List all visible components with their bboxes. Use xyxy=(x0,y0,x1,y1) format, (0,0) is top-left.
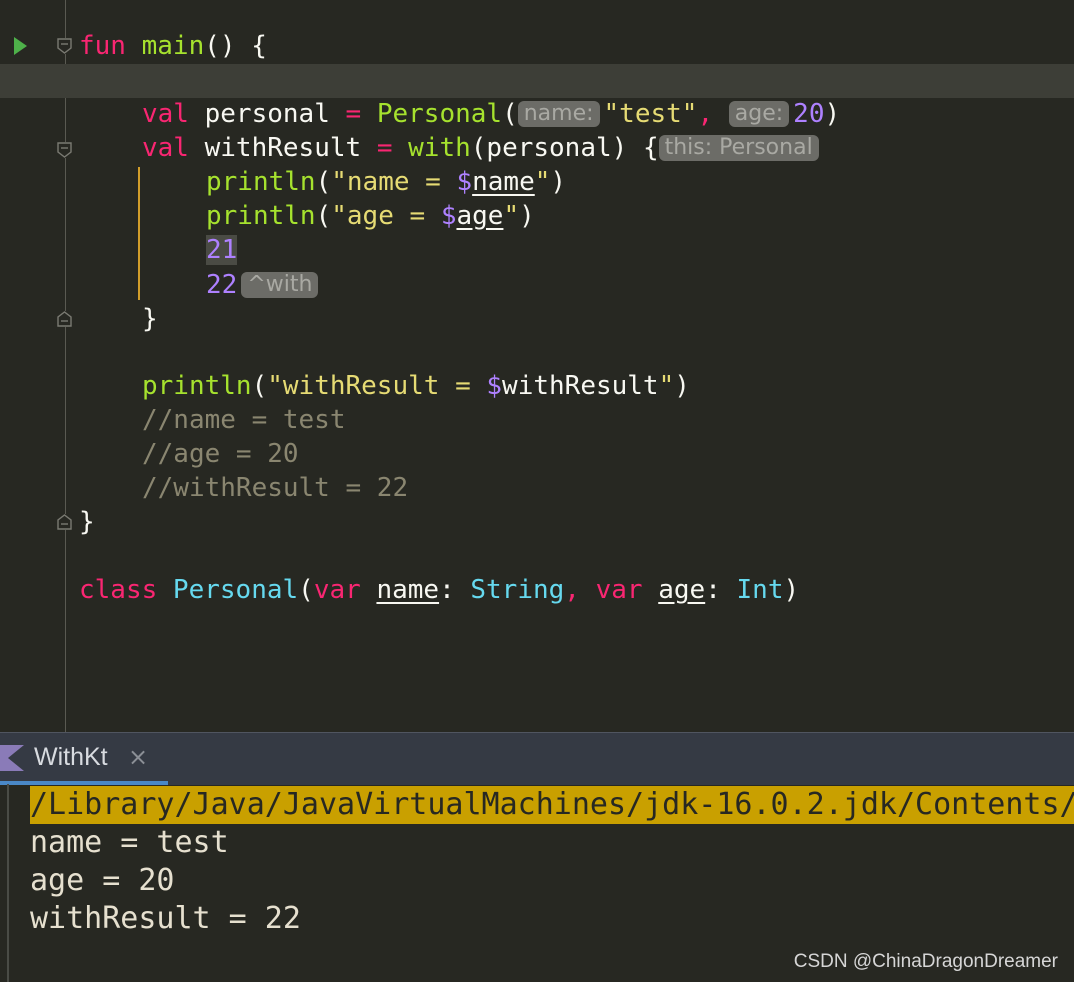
keyword-val: val xyxy=(142,99,205,129)
code-line[interactable]: } xyxy=(79,505,95,539)
code-line[interactable]: println("age = $age") xyxy=(206,199,535,233)
operator: = xyxy=(361,133,409,163)
code-line[interactable]: println("name = $name") xyxy=(206,165,566,199)
template-variable: age xyxy=(456,201,504,231)
type-name: String xyxy=(470,575,565,605)
function-call: with xyxy=(408,133,471,163)
keyword-class: class xyxy=(79,575,173,605)
punctuation: ) xyxy=(824,99,841,129)
punctuation: ( xyxy=(502,99,518,129)
run-triangle-icon[interactable] xyxy=(14,37,27,55)
string-literal: "age = xyxy=(331,201,441,231)
code-line[interactable]: println("withResult = $withResult") xyxy=(142,369,690,403)
function-call: println xyxy=(142,371,252,401)
property-name: name xyxy=(376,575,440,605)
string-literal: " xyxy=(503,201,520,231)
string-literal: "withResult = xyxy=(267,371,487,401)
template-dollar: $ xyxy=(440,201,457,231)
punctuation: ( xyxy=(251,371,268,401)
code-comment[interactable]: //withResult = 22 xyxy=(142,471,408,505)
code-line[interactable]: 21 xyxy=(206,233,238,267)
punctuation: ) xyxy=(519,201,535,231)
string-literal: "name = xyxy=(331,167,457,197)
parameter-hint: age: xyxy=(728,101,790,127)
fold-end-icon[interactable] xyxy=(57,311,72,327)
console-command-line[interactable]: /Library/Java/JavaVirtualMachines/jdk-16… xyxy=(30,786,1074,824)
console-output-line[interactable]: age = 20 xyxy=(30,862,175,900)
parameter-hint: name: xyxy=(517,101,600,127)
string-literal: "test" xyxy=(603,99,698,129)
fold-icon[interactable] xyxy=(57,38,72,54)
lambda-scope-indicator xyxy=(138,167,140,300)
punctuation: ) xyxy=(674,371,690,401)
punctuation: ) xyxy=(783,575,800,605)
run-tool-window: WithKt × /Library/Java/JavaVirtualMachin… xyxy=(0,732,1074,982)
punctuation: : xyxy=(705,575,737,605)
active-tab-indicator xyxy=(0,781,168,785)
fold-icon[interactable] xyxy=(57,142,72,158)
code-line[interactable]: 22 ^with xyxy=(206,268,322,302)
type-name: Int xyxy=(736,575,784,605)
closing-brace: } xyxy=(142,304,158,334)
punctuation: ( xyxy=(315,201,332,231)
console-gutter xyxy=(7,784,9,982)
punctuation: ) xyxy=(550,167,567,197)
receiver-hint: this: Personal xyxy=(658,135,819,161)
string-literal: " xyxy=(658,371,675,401)
gutter-separator xyxy=(65,0,66,732)
code-line[interactable]: val withResult = with(personal) {this: P… xyxy=(142,131,823,165)
template-dollar: $ xyxy=(486,371,503,401)
punctuation: ( xyxy=(315,167,332,197)
current-line-highlight xyxy=(0,64,1074,98)
property-name: age xyxy=(658,575,706,605)
lambda-return-hint: ^with xyxy=(241,272,319,298)
function-name: main xyxy=(141,31,205,61)
variable-name: personal xyxy=(204,99,330,129)
variable-name: withResult xyxy=(204,133,362,163)
template-variable: withResult xyxy=(502,371,659,401)
template-variable: name xyxy=(472,167,535,197)
kotlin-run-icon xyxy=(0,745,24,775)
class-name: Personal xyxy=(172,575,299,605)
code-line[interactable]: } xyxy=(142,302,158,336)
watermark: CSDN @ChinaDragonDreamer xyxy=(793,951,1058,972)
function-call: println xyxy=(206,167,316,197)
keyword-var: var xyxy=(595,575,659,605)
code-line[interactable]: class Personal(var name: String, var age… xyxy=(79,573,799,607)
function-call: println xyxy=(206,201,316,231)
run-tab-bar: WithKt × xyxy=(0,732,1074,785)
code-comment[interactable]: //age = 20 xyxy=(142,437,299,471)
arguments: (personal) { xyxy=(470,133,659,163)
number-literal: 20 xyxy=(793,99,825,129)
number-literal: 21 xyxy=(206,235,238,265)
punctuation: , xyxy=(697,99,729,129)
tab-withkt[interactable]: WithKt xyxy=(34,743,108,772)
punctuation: : xyxy=(439,575,471,605)
punctuation: , xyxy=(564,575,596,605)
keyword-val: val xyxy=(142,133,205,163)
constructor-call: Personal xyxy=(376,99,503,129)
fold-end-icon[interactable] xyxy=(57,514,72,530)
operator: = xyxy=(329,99,377,129)
template-dollar: $ xyxy=(456,167,473,197)
keyword-var: var xyxy=(313,575,377,605)
code-comment[interactable]: //name = test xyxy=(142,403,346,437)
code-editor[interactable]: fun main() { val personal = Personal(nam… xyxy=(0,0,1074,732)
code-line[interactable]: val personal = Personal(name: "test", age… xyxy=(142,97,840,131)
code-line[interactable]: fun main() { xyxy=(79,29,267,63)
console-output-line[interactable]: name = test xyxy=(30,824,229,862)
close-icon[interactable]: × xyxy=(128,743,148,771)
keyword-fun: fun xyxy=(79,31,142,61)
punctuation: () { xyxy=(204,31,267,61)
string-literal: " xyxy=(534,167,551,197)
punctuation: ( xyxy=(298,575,314,605)
number-literal: 22 xyxy=(206,270,238,300)
console-output-line[interactable]: withResult = 22 xyxy=(30,900,301,938)
